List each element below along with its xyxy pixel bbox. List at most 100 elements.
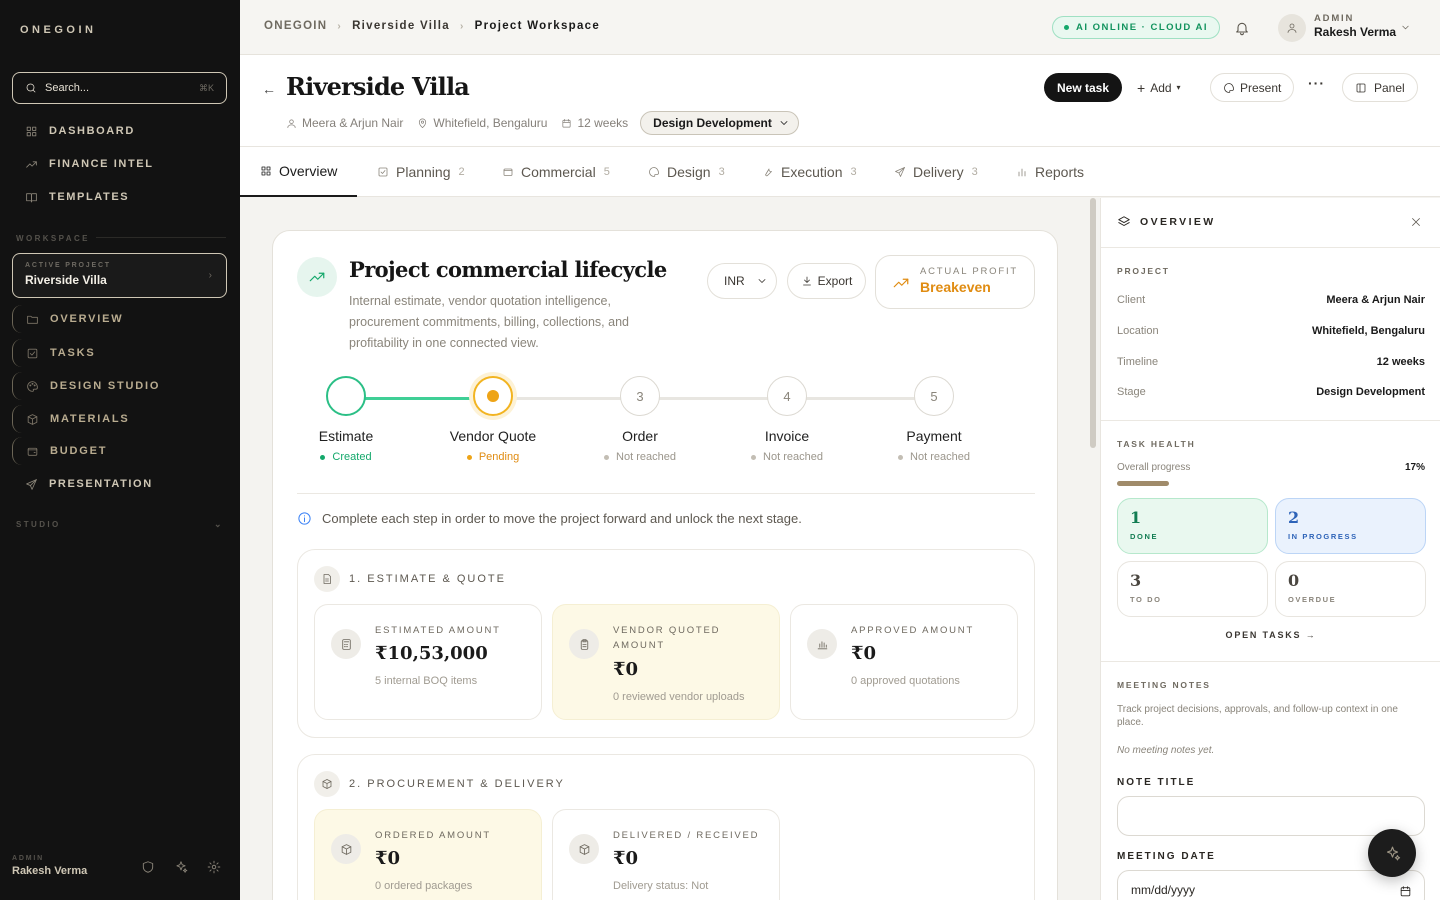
- subnav-budget[interactable]: BUDGET: [12, 437, 227, 465]
- step-status: Created: [286, 451, 406, 463]
- nav-dashboard[interactable]: DASHBOARD: [12, 118, 227, 144]
- task-card-overdue[interactable]: 0 OVERDUE: [1275, 561, 1426, 617]
- tab-commercial[interactable]: Commercial 5: [502, 147, 610, 197]
- grid-icon: [261, 166, 271, 176]
- user-name: Rakesh Verma: [1314, 25, 1397, 39]
- gear-icon[interactable]: [207, 860, 221, 874]
- note-title-input[interactable]: [1117, 796, 1425, 836]
- chevron-right-icon: ›: [208, 270, 212, 281]
- info-row-client: Client Meera & Arjun Nair: [1117, 294, 1425, 306]
- breadcrumb-item[interactable]: Riverside Villa: [352, 20, 450, 32]
- divider: [1101, 247, 1440, 248]
- task-card-done[interactable]: 1 DONE: [1117, 498, 1268, 554]
- more-options-icon[interactable]: ···: [1308, 75, 1325, 91]
- stage-select[interactable]: Design Development: [640, 111, 799, 135]
- tab-execution[interactable]: Execution 3: [762, 147, 857, 197]
- subnav-label: OVERVIEW: [50, 313, 124, 325]
- step-invoice[interactable]: 4 Invoice Not reached: [727, 376, 847, 463]
- present-button[interactable]: Present: [1210, 73, 1295, 102]
- chevron-down-icon: [758, 279, 766, 283]
- open-tasks-link[interactable]: OPEN TASKS →: [1101, 630, 1440, 640]
- nav-finance-intel[interactable]: FINANCE INTEL: [12, 151, 227, 177]
- progress-value: 17%: [1404, 462, 1425, 473]
- tab-design[interactable]: Design 3: [648, 147, 725, 197]
- panel-label: Panel: [1374, 80, 1405, 95]
- nav-templates[interactable]: TEMPLATES: [12, 184, 227, 210]
- calendar-icon[interactable]: [1399, 885, 1412, 898]
- search-placeholder: Search...: [45, 82, 90, 94]
- task-card-to-do[interactable]: 3 TO DO: [1117, 561, 1268, 617]
- step-name: Order: [622, 428, 658, 444]
- export-button[interactable]: Export: [787, 263, 866, 299]
- step-circle: 3: [620, 376, 660, 416]
- subnav-label: MATERIALS: [50, 413, 130, 425]
- shield-icon[interactable]: [141, 860, 155, 874]
- metric-label: ESTIMATED AMOUNT: [375, 625, 501, 636]
- tab-planning[interactable]: Planning 2: [377, 147, 465, 197]
- nav-presentation[interactable]: PRESENTATION: [12, 471, 227, 497]
- task-card-label: DONE: [1130, 532, 1159, 541]
- back-arrow-icon[interactable]: ←: [262, 81, 276, 97]
- step-status: Pending: [433, 451, 553, 463]
- info-message: Complete each step in order to move the …: [297, 511, 802, 526]
- step-payment[interactable]: 5 Payment Not reached: [874, 376, 994, 463]
- tab-label: Reports: [1035, 164, 1085, 180]
- note-title-label: NOTE TITLE: [1117, 777, 1196, 788]
- row-value: Design Development: [1316, 386, 1425, 398]
- active-project-name: Riverside Villa: [25, 273, 107, 287]
- subnav-overview[interactable]: OVERVIEW: [12, 305, 227, 333]
- bell-icon[interactable]: [1234, 20, 1250, 36]
- add-button[interactable]: + Add ▾: [1137, 73, 1181, 102]
- chevron-down-icon[interactable]: [1400, 22, 1411, 33]
- metric-label: APPROVED AMOUNT: [851, 625, 975, 636]
- tab-overview[interactable]: Overview: [240, 147, 358, 197]
- task-card-label: TO DO: [1130, 595, 1162, 604]
- subnav-materials[interactable]: MATERIALS: [12, 405, 227, 433]
- row-key: Stage: [1117, 386, 1146, 398]
- step-estimate[interactable]: Estimate Created: [286, 376, 406, 463]
- sidebar-footer: ADMIN Rakesh Verma: [12, 855, 227, 877]
- group-title: 2. PROCUREMENT & DELIVERY: [349, 778, 565, 790]
- overview-panel: OVERVIEW PROJECT Client Meera & Arjun Nai…: [1100, 198, 1440, 900]
- meta-location: Whitefield, Bengaluru: [417, 116, 547, 130]
- step-order[interactable]: 3 Order Not reached: [580, 376, 700, 463]
- meeting-date-input[interactable]: mm/dd/yyyy: [1117, 870, 1425, 900]
- subnav-tasks[interactable]: TASKS: [12, 339, 227, 367]
- row-value: Meera & Arjun Nair: [1326, 294, 1425, 306]
- ai-assistant-button[interactable]: [1368, 829, 1416, 877]
- meeting-notes-description: Track project decisions, approvals, and …: [1117, 704, 1398, 728]
- clipboard-icon: [569, 629, 599, 659]
- search-input[interactable]: Search... ⌘K: [12, 72, 227, 104]
- active-project-selector[interactable]: ACTIVE PROJECT Riverside Villa ›: [12, 253, 227, 298]
- meta-duration: 12 weeks: [561, 116, 628, 130]
- section-studio[interactable]: STUDIO ⌄: [16, 519, 224, 529]
- topbar: ONEGOIN › Riverside Villa › Project Work…: [240, 0, 1440, 55]
- new-task-button[interactable]: New task: [1044, 73, 1123, 102]
- document-icon: [314, 566, 340, 592]
- scrollbar[interactable]: [1090, 198, 1096, 448]
- panel-toggle-button[interactable]: Panel: [1342, 73, 1418, 102]
- tab-delivery[interactable]: Delivery 3: [894, 147, 978, 197]
- close-icon[interactable]: [1410, 216, 1422, 228]
- metric-card-vendor-quoted: VENDOR QUOTED AMOUNT ₹0 0 reviewed vendo…: [552, 604, 780, 720]
- palette-icon: [649, 167, 659, 177]
- metric-sub: 5 internal BOQ items: [375, 675, 478, 687]
- user-menu[interactable]: ADMIN Rakesh Verma: [1314, 13, 1396, 39]
- task-card-in-progress[interactable]: 2 IN PROGRESS: [1275, 498, 1426, 554]
- currency-select[interactable]: INR: [707, 263, 777, 299]
- tab-reports[interactable]: Reports: [1016, 147, 1084, 197]
- sparkles-icon[interactable]: [174, 860, 188, 874]
- step-circle: [473, 376, 513, 416]
- brand-logo[interactable]: ONEGOIN: [20, 24, 96, 36]
- tab-count: 2: [458, 166, 465, 178]
- palette-icon: [27, 380, 38, 392]
- avatar[interactable]: [1278, 14, 1306, 42]
- info-row-stage: Stage Design Development: [1117, 386, 1425, 398]
- step-vendor-quote[interactable]: Vendor Quote Pending: [433, 376, 553, 463]
- metric-card-estimated: ESTIMATED AMOUNT ₹10,53,000 5 internal B…: [314, 604, 542, 720]
- map-pin-icon: [419, 118, 427, 128]
- breadcrumb-item[interactable]: ONEGOIN: [264, 20, 327, 32]
- divider: [96, 237, 226, 238]
- metric-value: ₹0: [613, 659, 639, 680]
- subnav-design-studio[interactable]: DESIGN STUDIO: [12, 372, 227, 400]
